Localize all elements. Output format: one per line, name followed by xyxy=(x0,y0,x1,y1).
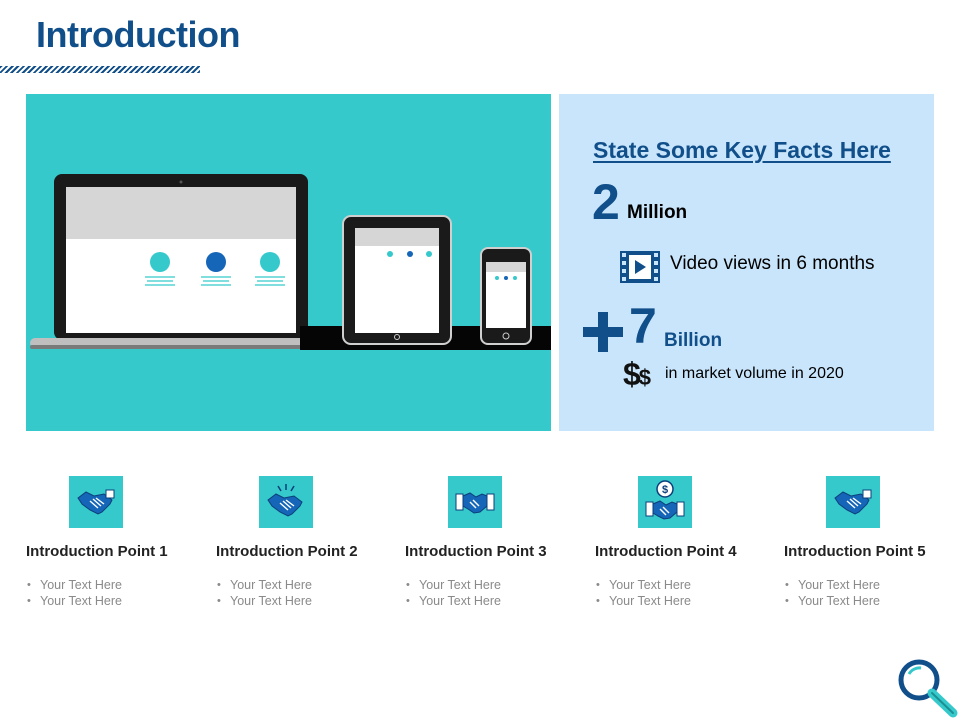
list-item: Your Text Here xyxy=(405,593,501,609)
stat-billion-number: 7 xyxy=(629,298,657,354)
handshake-icon xyxy=(69,476,123,528)
intro-point-title: Introduction Point 2 xyxy=(216,543,358,560)
handshake-dollar-icon: $ xyxy=(638,476,692,528)
devices-illustration xyxy=(26,94,553,431)
page-title: Introduction xyxy=(36,14,240,55)
list-item: Your Text Here xyxy=(595,577,691,593)
plus-icon xyxy=(583,312,623,357)
list-item: Your Text Here xyxy=(26,593,122,609)
intro-point-list: Your Text Here Your Text Here xyxy=(26,577,122,609)
intro-point-list: Your Text Here Your Text Here xyxy=(784,577,880,609)
magnifier-icon[interactable] xyxy=(897,658,959,720)
list-item: Your Text Here xyxy=(26,577,122,593)
intro-point-title: Introduction Point 1 xyxy=(26,543,168,560)
list-item: Your Text Here xyxy=(784,577,880,593)
intro-point-list: Your Text Here Your Text Here xyxy=(216,577,312,609)
stat-billion-unit: Billion xyxy=(664,330,723,351)
key-facts-heading: State Some Key Facts Here xyxy=(593,137,891,163)
phone-image xyxy=(480,247,532,345)
list-item: Your Text Here xyxy=(595,593,691,609)
list-item: Your Text Here xyxy=(216,593,312,609)
key-facts-panel: State Some Key Facts Here 2 Million Vide… xyxy=(559,94,934,431)
list-item: Your Text Here xyxy=(405,577,501,593)
list-item: Your Text Here xyxy=(216,577,312,593)
stat-million-description: Video views in 6 months xyxy=(670,253,875,274)
intro-point-list: Your Text Here Your Text Here xyxy=(595,577,691,609)
intro-point-title: Introduction Point 3 xyxy=(405,543,547,560)
laptop-image xyxy=(30,174,322,349)
handshake-spark-icon xyxy=(259,476,313,528)
dollar-icon: $$ xyxy=(623,356,651,392)
title-underline xyxy=(0,66,200,73)
handshake-icon xyxy=(448,476,502,528)
stat-million-number: 2 xyxy=(592,174,620,230)
video-icon xyxy=(620,251,660,288)
svg-text:$: $ xyxy=(662,484,668,496)
intro-point-title: Introduction Point 4 xyxy=(595,543,737,560)
intro-point-list: Your Text Here Your Text Here xyxy=(405,577,501,609)
stat-million-unit: Million xyxy=(627,202,688,223)
tablet-image xyxy=(342,215,452,345)
handshake-icon xyxy=(826,476,880,528)
intro-point-title: Introduction Point 5 xyxy=(784,543,926,560)
list-item: Your Text Here xyxy=(784,593,880,609)
stat-billion-description: in market volume in 2020 xyxy=(665,365,844,382)
